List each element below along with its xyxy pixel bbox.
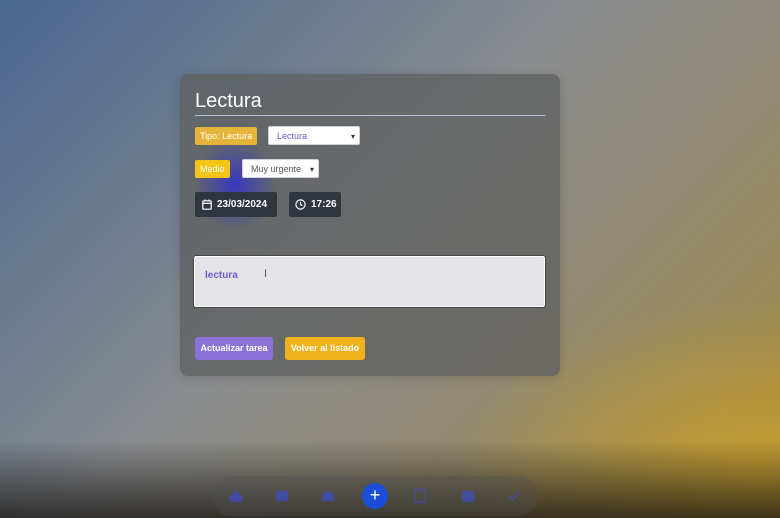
notes-icon[interactable] (412, 488, 428, 504)
type-select-value: Lectura (277, 131, 308, 141)
clock-icon (295, 199, 306, 210)
update-task-button[interactable]: Actualizar tarea (195, 337, 273, 360)
text-cursor-icon: I (264, 268, 268, 280)
priority-select[interactable]: Muy urgente ▾ (242, 159, 319, 178)
date-chip[interactable]: 23/03/2024 (195, 192, 277, 217)
type-select[interactable]: Lectura ▾ (268, 126, 360, 145)
priority-badge: Medio (195, 160, 230, 178)
type-badge: Tipo: Lectura (195, 127, 258, 145)
calendar-icon (202, 199, 212, 210)
priority-select-value: Muy urgente (251, 164, 302, 174)
focus-glow (190, 134, 280, 234)
briefcase-icon[interactable] (320, 488, 336, 504)
description-field[interactable]: lectura I (193, 255, 546, 308)
calendar-icon[interactable] (460, 488, 476, 504)
back-to-list-button[interactable]: Volver al listado (285, 337, 365, 360)
time-value: 17:26 (311, 199, 337, 210)
home-icon[interactable] (228, 488, 244, 504)
bottom-dock: + (212, 476, 538, 516)
task-edit-card: Lectura Tipo: Lectura Lectura ▾ Medio Mu… (180, 74, 560, 376)
check-icon[interactable] (506, 488, 522, 504)
description-value: lectura (205, 270, 238, 281)
inbox-icon[interactable] (274, 488, 290, 504)
time-chip[interactable]: 17:26 (289, 192, 341, 217)
plus-icon: + (369, 485, 381, 505)
add-task-button[interactable]: + (362, 483, 388, 509)
chevron-down-icon: ▾ (309, 165, 314, 174)
date-value: 23/03/2024 (217, 199, 268, 210)
chevron-down-icon: ▾ (350, 132, 355, 141)
page-title: Lectura (195, 90, 545, 116)
